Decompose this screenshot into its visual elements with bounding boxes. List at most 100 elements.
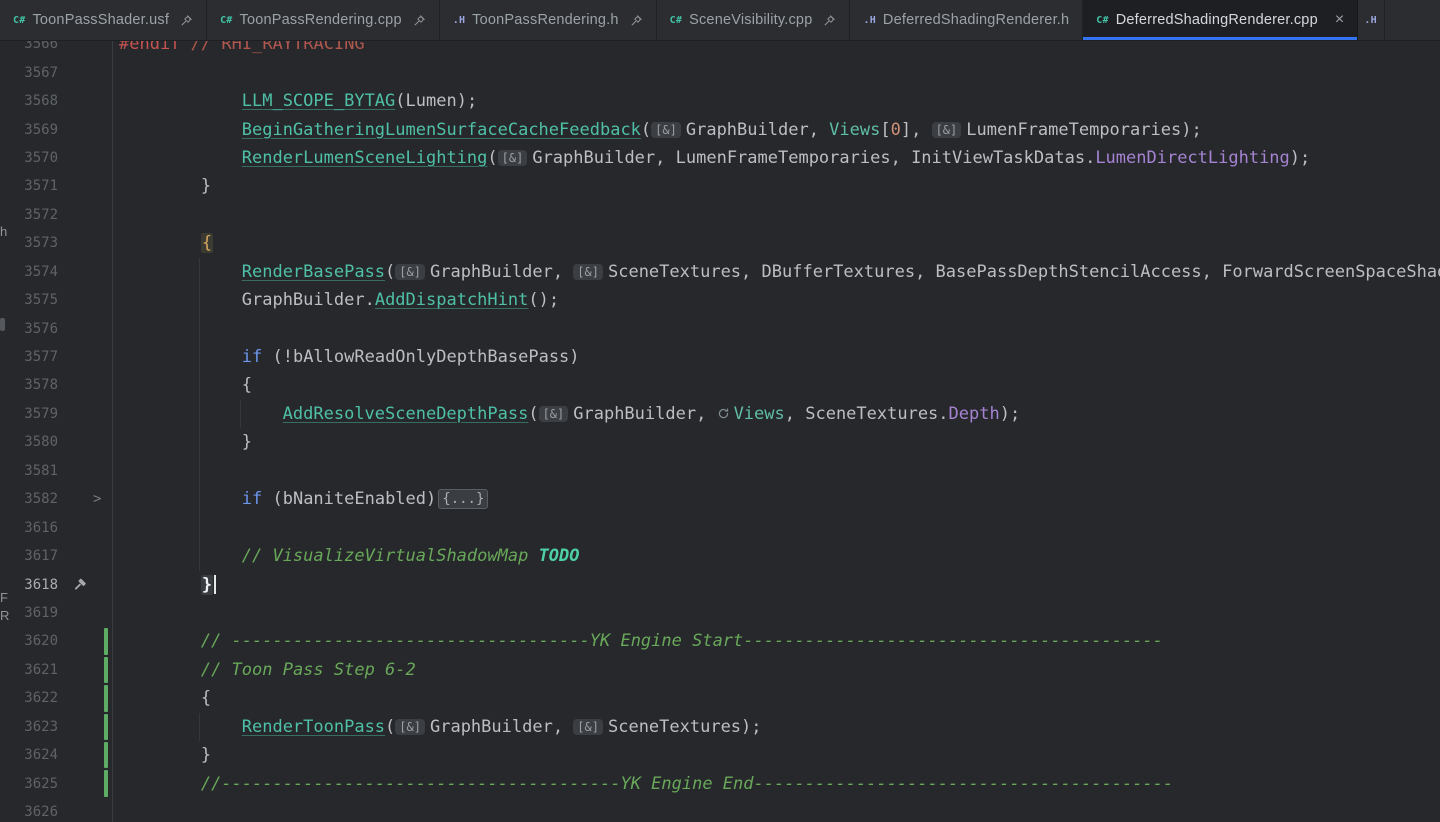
vcs-added-marker <box>104 685 108 711</box>
clipped-tool-marker <box>0 318 5 331</box>
gutter: 3570 <box>0 144 113 172</box>
code-line-3571[interactable]: 3571} <box>0 172 1440 200</box>
line-number: 3620 <box>0 633 58 649</box>
code-line-3579[interactable]: 3579AddResolveSceneDepthPass([&]GraphBui… <box>0 400 1440 428</box>
folded-code-placeholder[interactable]: {...} <box>438 489 488 509</box>
gutter: 3623 <box>0 713 113 741</box>
code-line-3572[interactable]: 3572 <box>0 201 1440 229</box>
code-text: AddResolveSceneDepthPass([&]GraphBuilder… <box>113 404 1440 424</box>
code-line-3618[interactable]: 3618} <box>0 570 1440 598</box>
code-line-3566[interactable]: 3566#endif // RHI_RAYTRACING <box>0 41 1440 58</box>
cpp-file-icon: C# <box>220 15 232 26</box>
token-pn: , <box>553 262 573 282</box>
gutter: 3616 <box>0 513 113 541</box>
token-kw: if <box>242 347 262 367</box>
code-line-3577[interactable]: 3577if (!bAllowReadOnlyDepthBasePass) <box>0 343 1440 371</box>
token-pn: } <box>201 176 211 196</box>
gutter: 3626 <box>0 798 113 822</box>
code-line-3580[interactable]: 3580} <box>0 428 1440 456</box>
code-line-3581[interactable]: 3581 <box>0 457 1440 485</box>
code-line-3620[interactable]: 3620 // ---------------------------------… <box>0 627 1440 655</box>
code-line-3570[interactable]: 3570 RenderLumenSceneLighting([&]GraphBui… <box>0 144 1440 172</box>
line-number: 3569 <box>0 122 58 138</box>
code-line-3623[interactable]: 3623RenderToonPass([&]GraphBuilder, [&]S… <box>0 713 1440 741</box>
header-file-icon: .H <box>863 15 875 26</box>
code-line-3567[interactable]: 3567 <box>0 58 1440 86</box>
editor-tab-SceneVisibility.cpp[interactable]: C#SceneVisibility.cpp <box>657 0 851 40</box>
token-pn: ( <box>487 148 497 168</box>
tab-label: DeferredShadingRenderer.cpp <box>1116 12 1318 28</box>
code-line-3622[interactable]: 3622{ <box>0 684 1440 712</box>
token-pn: ); <box>741 717 761 737</box>
token-var: InitViewTaskDatas <box>911 148 1085 168</box>
code-line-3578[interactable]: 3578{ <box>0 371 1440 399</box>
editor-tab-ToonPassRendering.h[interactable]: .HToonPassRendering.h <box>440 0 657 40</box>
pin-icon[interactable] <box>823 14 836 27</box>
code-text: // -----------------------------------YK… <box>113 631 1440 651</box>
token-pn: (); <box>528 290 559 310</box>
line-number: 3570 <box>0 150 58 166</box>
code-line-3574[interactable]: 3574RenderBasePass([&]GraphBuilder, [&]S… <box>0 258 1440 286</box>
line-number: 3623 <box>0 719 58 735</box>
code-editor[interactable]: 3566#endif // RHI_RAYTRACING35673568LLM_… <box>0 41 1440 822</box>
token-var: GraphBuilder <box>242 290 365 310</box>
editor-tab-DeferredShadingRenderer.cpp[interactable]: C#DeferredShadingRenderer.cpp× <box>1083 0 1358 40</box>
code-line-3573[interactable]: 3573{ <box>0 229 1440 257</box>
code-line-3576[interactable]: 3576 <box>0 314 1440 342</box>
code-lines: 3566#endif // RHI_RAYTRACING35673568LLM_… <box>0 41 1440 822</box>
code-line-3568[interactable]: 3568LLM_SCOPE_BYTAG(Lumen); <box>0 87 1440 115</box>
token-var: GraphBuilder <box>430 717 553 737</box>
editor-tab-partial[interactable]: .H <box>1358 0 1385 40</box>
gutter: 3582> <box>0 485 113 513</box>
editor-tab-ToonPassRendering.cpp[interactable]: C#ToonPassRendering.cpp <box>207 0 440 40</box>
code-line-3575[interactable]: 3575GraphBuilder.AddDispatchHint(); <box>0 286 1440 314</box>
fold-chevron-icon[interactable]: > <box>93 491 101 507</box>
code-line-3582[interactable]: 3582>if (bNaniteEnabled){...} <box>0 485 1440 513</box>
code-line-3626[interactable]: 3626 <box>0 798 1440 822</box>
tab-label: DeferredShadingRenderer.h <box>883 12 1069 28</box>
token-var: bNaniteEnabled <box>283 489 426 509</box>
token-pn: , <box>915 262 935 282</box>
code-text: } <box>113 176 1440 196</box>
pin-icon[interactable] <box>630 14 643 27</box>
code-line-3617[interactable]: 3617// VisualizeVirtualShadowMap TODO <box>0 542 1440 570</box>
token-cm: // Toon Pass Step 6-2 <box>201 660 416 680</box>
ref-inlay-hint: [&] <box>932 122 962 138</box>
gutter: 3621 <box>0 656 113 684</box>
token-var: LumenFrameTemporaries <box>676 148 891 168</box>
code-line-3569[interactable]: 3569BeginGatheringLumenSurfaceCacheFeedb… <box>0 115 1440 143</box>
editor-tab-DeferredShadingRenderer.h[interactable]: .H DeferredShadingRenderer.h <box>850 0 1083 40</box>
code-text: } <box>113 432 1440 452</box>
editor-tab-bar: C#ToonPassShader.usfC#ToonPassRendering.… <box>0 0 1440 41</box>
pin-icon[interactable] <box>413 14 426 27</box>
code-line-3616[interactable]: 3616 <box>0 513 1440 541</box>
code-text: { <box>113 688 1440 708</box>
pin-icon[interactable] <box>180 14 193 27</box>
editor-tab-ToonPassShader.usf[interactable]: C#ToonPassShader.usf <box>0 0 207 40</box>
code-line-3621[interactable]: 3621 // Toon Pass Step 6-2 <box>0 656 1440 684</box>
gutter: 3573 <box>0 229 113 257</box>
token-pn: ( <box>528 404 538 424</box>
token-ppc: // RHI_RAYTRACING <box>191 41 365 54</box>
ref-inlay-hint: [&] <box>573 719 603 735</box>
token-pp: #endif <box>119 41 180 54</box>
code-line-3619[interactable]: 3619 <box>0 599 1440 627</box>
hammer-icon[interactable] <box>72 577 87 592</box>
code-text: if (bNaniteEnabled){...} <box>113 489 1440 509</box>
code-text: RenderLumenSceneLighting([&]GraphBuilder… <box>113 148 1440 168</box>
indent-guide <box>199 713 200 741</box>
gutter: 3618 <box>0 570 113 598</box>
indent-guide <box>199 258 200 571</box>
token-pn: ( <box>385 717 395 737</box>
token-var: GraphBuilder <box>573 404 696 424</box>
close-icon[interactable]: × <box>1335 12 1345 28</box>
token-num: 0 <box>891 120 901 140</box>
code-line-3625[interactable]: 3625//----------------------------------… <box>0 769 1440 797</box>
cpp-file-icon: C# <box>670 15 682 26</box>
gutter: 3571 <box>0 172 113 200</box>
token-pn: ( <box>641 120 651 140</box>
code-line-3624[interactable]: 3624} <box>0 741 1440 769</box>
token-pn: . <box>1085 148 1095 168</box>
token-pn: } <box>242 432 252 452</box>
gutter: 3576 <box>0 314 113 342</box>
